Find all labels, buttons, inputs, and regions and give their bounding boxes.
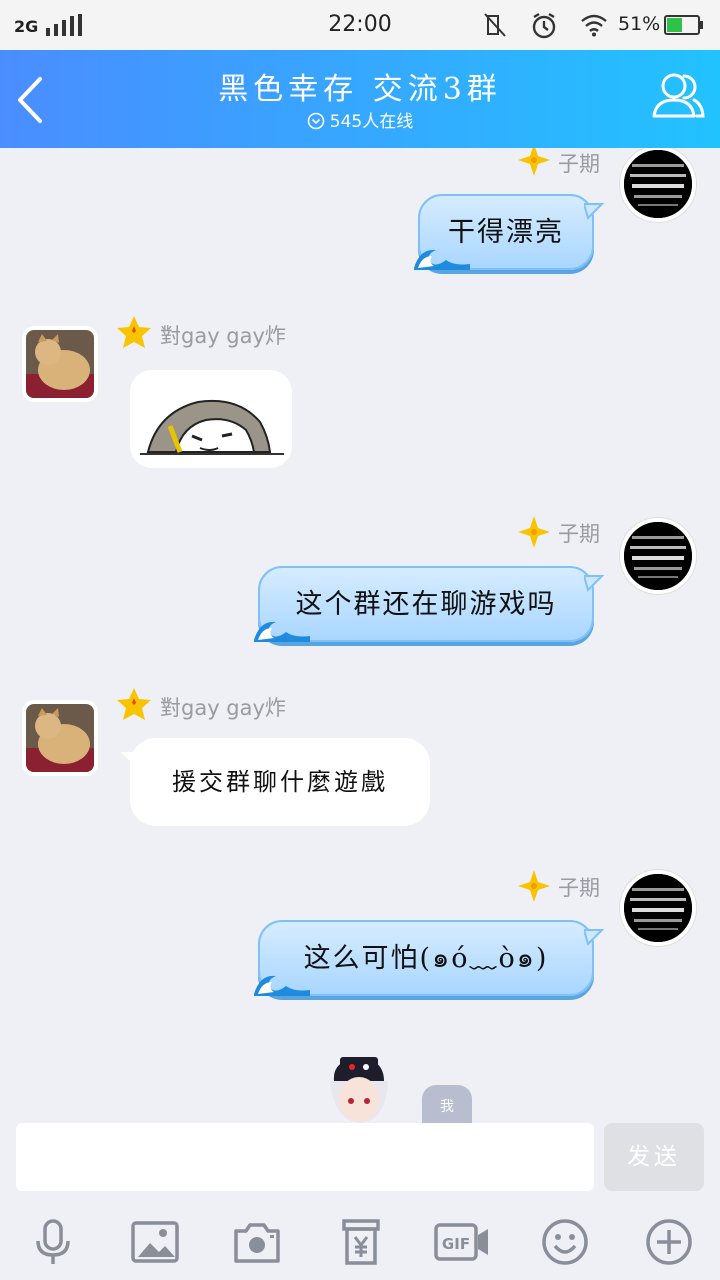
message-input[interactable]	[16, 1123, 594, 1191]
avatar-image	[26, 704, 94, 772]
avatar-image	[26, 330, 94, 398]
avatar-image	[624, 874, 692, 942]
message-bubble[interactable]: 援交群聊什麼遊戲	[120, 738, 430, 826]
message-text: 这么可怕(๑ó﹏ò๑)	[303, 943, 549, 974]
avatar[interactable]	[22, 700, 98, 776]
message-text: 这个群还在聊游戏吗	[295, 589, 557, 620]
input-toolbar: GIF	[0, 1205, 720, 1280]
red-packet-icon[interactable]	[336, 1217, 386, 1267]
self-tag: 我	[422, 1085, 472, 1123]
message-item: 子期 干得漂亮	[0, 148, 720, 288]
bubble-tail	[584, 929, 604, 946]
image-icon[interactable]	[130, 1217, 180, 1267]
online-chevron-icon	[307, 112, 325, 130]
message-bubble[interactable]: 这个群还在聊游戏吗	[254, 566, 604, 642]
member-star-icon	[518, 516, 550, 548]
avatar[interactable]	[620, 518, 696, 594]
group-icon[interactable]	[650, 68, 706, 122]
member-star-icon	[518, 148, 550, 176]
avatar[interactable]	[620, 870, 696, 946]
wave-decoration-icon	[254, 621, 310, 642]
message-text: 援交群聊什麼遊戲	[172, 768, 388, 796]
sender-name: 子期	[558, 152, 600, 176]
bubble-tail	[120, 752, 138, 766]
battery-icon	[664, 15, 703, 35]
send-button[interactable]: 发送	[604, 1123, 704, 1191]
sender-name: 子期	[558, 522, 600, 546]
avatar[interactable]	[22, 326, 98, 402]
add-icon[interactable]	[644, 1217, 694, 1267]
battery-percent: 51%	[618, 13, 661, 35]
chat-screen: 2G 22:00 51% 黑色幸存 交流3群 545人在线 子期 干得漂亮 對g…	[0, 0, 720, 1280]
message-bubble[interactable]: 这么可怕(๑ó﹏ò๑)	[254, 920, 604, 996]
avatar-image	[624, 522, 692, 590]
member-star-icon	[117, 688, 151, 720]
gif-icon[interactable]: GIF	[434, 1217, 490, 1267]
character-avatar[interactable]	[322, 1051, 396, 1123]
svg-text:GIF: GIF	[442, 1235, 470, 1253]
status-bar: 2G 22:00 51%	[0, 0, 720, 50]
sender-name: 子期	[558, 876, 600, 900]
microphone-icon[interactable]	[28, 1217, 78, 1267]
mute-icon	[484, 13, 506, 37]
wave-decoration-icon	[254, 975, 310, 996]
bubble-tail	[584, 203, 604, 220]
sender-name: 對gay gay炸	[160, 696, 286, 720]
online-count: 545人在线	[0, 107, 720, 132]
sticker-image	[140, 399, 284, 455]
wifi-icon	[581, 14, 607, 37]
alarm-icon	[532, 12, 556, 39]
emoji-icon[interactable]	[540, 1217, 590, 1267]
group-title[interactable]: 黑色幸存 交流3群	[0, 64, 720, 108]
composer: 发送	[0, 1123, 720, 1205]
online-count-text: 545人在线	[329, 112, 414, 132]
chat-header: 黑色幸存 交流3群 545人在线	[0, 50, 720, 148]
message-item: 子期 这个群还在聊游戏吗	[0, 510, 720, 660]
message-list[interactable]: 子期 干得漂亮 對gay gay炸 子期 这个群还在聊游戏吗 對gay gay炸…	[0, 148, 720, 1123]
bubble-tail	[584, 575, 604, 592]
camera-icon[interactable]	[232, 1217, 282, 1267]
message-item: 對gay gay炸	[0, 308, 720, 488]
sticker-message[interactable]	[130, 370, 292, 468]
avatar[interactable]	[620, 148, 696, 222]
message-item: 對gay gay炸 援交群聊什麼遊戲	[0, 682, 720, 842]
message-bubble[interactable]: 干得漂亮	[414, 194, 604, 270]
member-star-icon	[117, 316, 151, 348]
avatar-image	[624, 150, 692, 218]
member-star-icon	[518, 870, 550, 902]
clock: 22:00	[328, 12, 392, 37]
message-item: 子期 这么可怕(๑ó﹏ò๑)	[0, 864, 720, 1014]
wave-decoration-icon	[414, 249, 470, 270]
sender-name: 對gay gay炸	[160, 324, 286, 348]
